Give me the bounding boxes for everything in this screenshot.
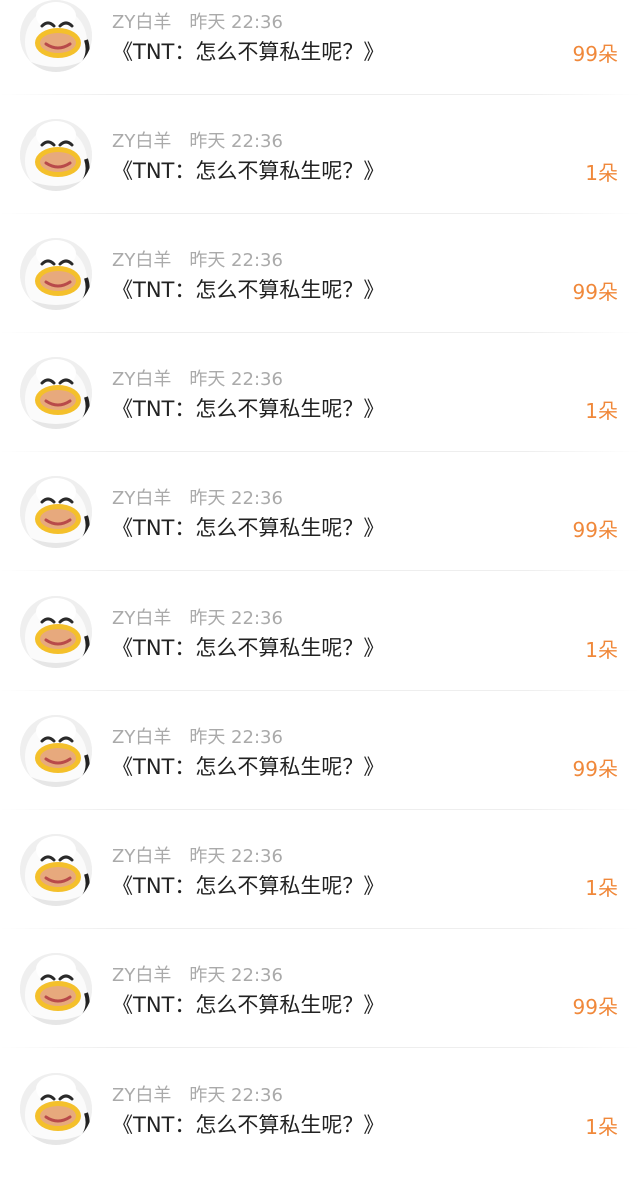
flower-count[interactable]: 1朵 xyxy=(585,157,618,186)
username[interactable]: ZY白羊 xyxy=(112,846,171,867)
comment-row[interactable]: ZY白羊 昨天 22:36 《TNT：怎么不算私生呢？》 1朵 xyxy=(0,1073,640,1193)
comment-row[interactable]: ZY白羊 昨天 22:36 《TNT：怎么不算私生呢？》 99朵 xyxy=(0,0,640,120)
comment-row[interactable]: ZY白羊 昨天 22:36 《TNT：怎么不算私生呢？》 1朵 xyxy=(0,834,640,954)
duck-costume-avatar-icon[interactable] xyxy=(20,476,92,548)
comment-text: 《TNT：怎么不算私生呢？》 xyxy=(112,397,385,421)
divider xyxy=(0,94,640,95)
duck-costume-avatar-icon[interactable] xyxy=(20,119,92,191)
flower-count[interactable]: 99朵 xyxy=(573,276,618,305)
comment-meta: ZY白羊 昨天 22:36 xyxy=(112,961,283,987)
comment-meta: ZY白羊 昨天 22:36 xyxy=(112,842,283,868)
flower-count[interactable]: 1朵 xyxy=(585,634,618,663)
comment-text: 《TNT：怎么不算私生呢？》 xyxy=(112,636,385,660)
flower-count[interactable]: 99朵 xyxy=(573,753,618,782)
comment-text: 《TNT：怎么不算私生呢？》 xyxy=(112,1113,385,1137)
username[interactable]: ZY白羊 xyxy=(112,608,171,629)
username[interactable]: ZY白羊 xyxy=(112,488,171,509)
comment-meta: ZY白羊 昨天 22:36 xyxy=(112,604,283,630)
comment-text: 《TNT：怎么不算私生呢？》 xyxy=(112,159,385,183)
flower-count[interactable]: 99朵 xyxy=(573,991,618,1020)
timestamp: 昨天 22:36 xyxy=(189,369,283,390)
divider xyxy=(0,570,640,571)
comment-meta: ZY白羊 昨天 22:36 xyxy=(112,723,283,749)
comment-text: 《TNT：怎么不算私生呢？》 xyxy=(112,993,385,1017)
comment-meta: ZY白羊 昨天 22:36 xyxy=(112,8,283,34)
comment-text: 《TNT：怎么不算私生呢？》 xyxy=(112,40,385,64)
comment-meta: ZY白羊 昨天 22:36 xyxy=(112,127,283,153)
timestamp: 昨天 22:36 xyxy=(189,727,283,748)
comment-text: 《TNT：怎么不算私生呢？》 xyxy=(112,874,385,898)
username[interactable]: ZY白羊 xyxy=(112,12,171,33)
comment-row[interactable]: ZY白羊 昨天 22:36 《TNT：怎么不算私生呢？》 99朵 xyxy=(0,238,640,358)
divider xyxy=(0,451,640,452)
timestamp: 昨天 22:36 xyxy=(189,965,283,986)
comment-meta: ZY白羊 昨天 22:36 xyxy=(112,246,283,272)
username[interactable]: ZY白羊 xyxy=(112,369,171,390)
duck-costume-avatar-icon[interactable] xyxy=(20,953,92,1025)
username[interactable]: ZY白羊 xyxy=(112,1085,171,1106)
timestamp: 昨天 22:36 xyxy=(189,846,283,867)
comment-row[interactable]: ZY白羊 昨天 22:36 《TNT：怎么不算私生呢？》 1朵 xyxy=(0,357,640,477)
comment-row[interactable]: ZY白羊 昨天 22:36 《TNT：怎么不算私生呢？》 99朵 xyxy=(0,715,640,835)
timestamp: 昨天 22:36 xyxy=(189,488,283,509)
duck-costume-avatar-icon[interactable] xyxy=(20,357,92,429)
comment-text: 《TNT：怎么不算私生呢？》 xyxy=(112,755,385,779)
comment-meta: ZY白羊 昨天 22:36 xyxy=(112,484,283,510)
flower-count[interactable]: 1朵 xyxy=(585,1111,618,1140)
divider xyxy=(0,690,640,691)
divider xyxy=(0,213,640,214)
comment-text: 《TNT：怎么不算私生呢？》 xyxy=(112,516,385,540)
comment-text: 《TNT：怎么不算私生呢？》 xyxy=(112,278,385,302)
timestamp: 昨天 22:36 xyxy=(189,131,283,152)
comment-row[interactable]: ZY白羊 昨天 22:36 《TNT：怎么不算私生呢？》 99朵 xyxy=(0,953,640,1073)
timestamp: 昨天 22:36 xyxy=(189,1085,283,1106)
flower-count[interactable]: 99朵 xyxy=(573,514,618,543)
divider xyxy=(0,1047,640,1048)
comment-row[interactable]: ZY白羊 昨天 22:36 《TNT：怎么不算私生呢？》 99朵 xyxy=(0,476,640,596)
comment-meta: ZY白羊 昨天 22:36 xyxy=(112,1081,283,1107)
divider xyxy=(0,928,640,929)
duck-costume-avatar-icon[interactable] xyxy=(20,596,92,668)
duck-costume-avatar-icon[interactable] xyxy=(20,1073,92,1145)
flower-count[interactable]: 1朵 xyxy=(585,872,618,901)
comment-meta: ZY白羊 昨天 22:36 xyxy=(112,365,283,391)
divider xyxy=(0,332,640,333)
username[interactable]: ZY白羊 xyxy=(112,131,171,152)
comment-row[interactable]: ZY白羊 昨天 22:36 《TNT：怎么不算私生呢？》 1朵 xyxy=(0,596,640,716)
username[interactable]: ZY白羊 xyxy=(112,250,171,271)
flower-count[interactable]: 1朵 xyxy=(585,395,618,424)
timestamp: 昨天 22:36 xyxy=(189,608,283,629)
duck-costume-avatar-icon[interactable] xyxy=(20,238,92,310)
username[interactable]: ZY白羊 xyxy=(112,727,171,748)
comment-row[interactable]: ZY白羊 昨天 22:36 《TNT：怎么不算私生呢？》 1朵 xyxy=(0,119,640,239)
divider xyxy=(0,809,640,810)
timestamp: 昨天 22:36 xyxy=(189,250,283,271)
timestamp: 昨天 22:36 xyxy=(189,12,283,33)
duck-costume-avatar-icon[interactable] xyxy=(20,834,92,906)
duck-costume-avatar-icon[interactable] xyxy=(20,0,92,72)
flower-count[interactable]: 99朵 xyxy=(573,38,618,67)
username[interactable]: ZY白羊 xyxy=(112,965,171,986)
duck-costume-avatar-icon[interactable] xyxy=(20,715,92,787)
